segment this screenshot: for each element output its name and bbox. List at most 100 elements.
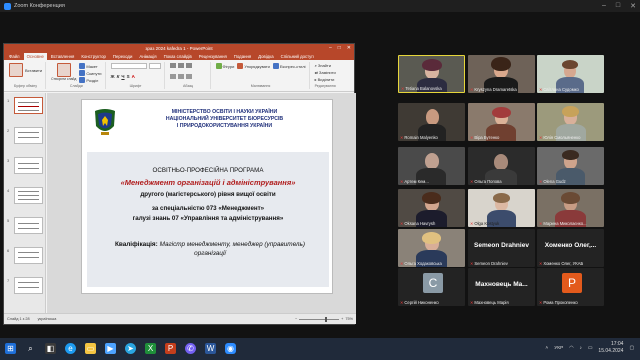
slide-thumb-3[interactable]: 3 — [7, 157, 43, 174]
replace-button[interactable]: ⇄ Замінити — [315, 70, 336, 75]
numbering-icon[interactable] — [177, 63, 184, 68]
slide-thumb-1[interactable]: 1 — [7, 97, 43, 114]
shared-screen-powerpoint[interactable]: зраз 2024 kafedra 1 - PowerPoint – □ ✕ Фай… — [3, 43, 356, 325]
zoom-slider[interactable] — [299, 316, 340, 322]
tab-slideshow[interactable]: Показ слайдів — [161, 53, 195, 60]
tab-design[interactable]: Конструктор — [78, 53, 109, 60]
participant-tile[interactable]: ✕ Ольга Попова — [468, 147, 535, 185]
tab-share[interactable]: Спільний доступ — [278, 53, 317, 60]
clock[interactable]: 17:04 15.04.2024 — [598, 341, 623, 355]
zoom-out-icon[interactable]: − — [295, 317, 297, 321]
participant-tile[interactable]: ✕ Артем Кем... — [398, 147, 465, 185]
participant-tile[interactable]: Махновець Ма... ✕ Махновець Марія — [468, 268, 535, 306]
bold-button[interactable]: Ж — [111, 74, 115, 79]
notifications-icon[interactable]: ▢ — [629, 346, 634, 351]
paste-button[interactable]: Вставити — [25, 68, 42, 73]
participant-tile[interactable]: Р ✕ Рома Прокопенко — [537, 268, 604, 306]
participant-avatar: С — [423, 273, 443, 293]
ppt-maximize[interactable]: □ — [338, 45, 341, 51]
arrange-button[interactable]: Упорядкувати — [237, 63, 270, 69]
align-right-icon[interactable] — [185, 73, 192, 79]
select-button[interactable]: ▸ Виділити — [315, 77, 336, 82]
telegram-icon[interactable]: ➤ — [125, 343, 136, 354]
language-indicator[interactable]: українська — [38, 317, 57, 321]
participant-tile[interactable]: ✕ Марина Миколаєнко... — [537, 189, 604, 227]
tab-home[interactable]: Основне — [23, 53, 47, 60]
participant-tile[interactable]: ✕ Romain Malyenko — [398, 103, 465, 141]
maximize-button[interactable]: □ — [616, 2, 620, 10]
current-slide[interactable]: МІНІСТЕРСТВО ОСВІТИ І НАУКИ УКРАЇНИ НАЦІ… — [81, 99, 333, 294]
font-name-select[interactable] — [110, 63, 147, 69]
new-slide-button[interactable]: Створити слайд — [51, 77, 76, 81]
indent-icon[interactable] — [185, 63, 192, 68]
participant-tile[interactable]: ✕ Віра Бутенко — [468, 103, 535, 141]
participant-tile[interactable]: ✕ Світлана Судомко — [537, 55, 604, 93]
participant-tile[interactable]: Semeon Drahniev ✕ Semeon Drahniev — [468, 229, 535, 267]
zoom-slider-knob[interactable] — [325, 316, 328, 322]
tab-transitions[interactable]: Переходи — [110, 53, 135, 60]
volume-icon[interactable]: ♪ — [579, 346, 581, 351]
align-center-icon[interactable] — [177, 73, 184, 79]
edge-icon[interactable]: e — [65, 343, 76, 354]
ministry-header: МІНІСТЕРСТВО ОСВІТИ І НАУКИ УКРАЇНИ НАЦІ… — [127, 109, 322, 130]
paste-icon[interactable] — [9, 63, 23, 77]
slide-thumb-7[interactable]: 7 — [7, 277, 43, 294]
underline-button[interactable]: Ч — [121, 74, 124, 79]
font-color-button[interactable]: A — [132, 74, 135, 79]
zoom-in-icon[interactable]: + — [341, 317, 343, 321]
slide-thumb-2[interactable]: 2 — [7, 127, 43, 144]
participant-tile[interactable]: ✕ Ольга Ходаковська — [398, 229, 465, 267]
ppt-minimize[interactable]: – — [329, 45, 332, 51]
tab-help[interactable]: Довідка — [255, 53, 276, 60]
tab-animations[interactable]: Анімація — [136, 53, 159, 60]
font-size-select[interactable] — [148, 63, 161, 69]
slide-thumb-4[interactable]: 4 — [7, 187, 43, 204]
participant-tile[interactable]: ✕ Oksana Havrysh — [398, 189, 465, 227]
chevron-up-icon[interactable]: ˄ — [545, 346, 548, 351]
participant-tile[interactable]: ✕ Olga Kostyuk — [468, 189, 535, 227]
reset-button[interactable]: Скинути — [79, 70, 102, 76]
widgets-icon[interactable]: ◧ — [45, 343, 56, 354]
strike-button[interactable]: S — [127, 74, 130, 79]
slide-thumb-6[interactable]: 6 — [7, 247, 43, 264]
layout-button[interactable]: Макет — [79, 63, 101, 69]
tab-insert[interactable]: Вставлення — [48, 53, 77, 60]
tab-file[interactable]: Файл — [6, 53, 23, 60]
search-icon[interactable]: ⌕ — [25, 343, 36, 354]
participant-tile[interactable]: ✕ Olena Gudz — [537, 147, 604, 185]
participant-tile[interactable]: ✕ Tetiana Balanovska — [398, 55, 465, 93]
italic-button[interactable]: К — [117, 74, 120, 79]
word-icon[interactable]: W — [205, 343, 216, 354]
language-indicator[interactable]: УКР — [554, 346, 563, 351]
section-button[interactable]: Розділ — [79, 77, 101, 83]
viber-icon[interactable]: ✆ — [185, 343, 196, 354]
participant-name: ✕ Kryszyna Dramaretska — [470, 87, 517, 92]
shapes-button[interactable]: Фігури — [215, 63, 234, 69]
slide-thumb-5[interactable]: 5 — [7, 217, 43, 234]
wifi-icon[interactable]: ◠ — [569, 346, 573, 351]
tab-review[interactable]: Рецензування — [196, 53, 230, 60]
battery-icon[interactable]: ▭ — [588, 346, 593, 351]
quick-styles-button[interactable]: Експрес-стилі — [272, 63, 306, 69]
participant-name: ✕ Хоменко Олег, УКАБ — [539, 261, 584, 266]
zoom-app-icon[interactable]: ◉ — [225, 343, 236, 354]
zoom-control[interactable]: − + 75% — [295, 316, 353, 322]
start-icon[interactable]: ⊞ — [5, 343, 16, 354]
tab-view[interactable]: Подання — [231, 53, 254, 60]
powerpoint-icon[interactable]: P — [165, 343, 176, 354]
zoom-taskbar-icon[interactable]: ▶ — [105, 343, 116, 354]
bullets-icon[interactable] — [169, 63, 176, 68]
find-button[interactable]: ⌕ Знайти — [315, 63, 336, 68]
participant-tile[interactable]: С ✕ Сергій Никоненко — [398, 268, 465, 306]
close-button[interactable]: ✕ — [630, 2, 636, 10]
clipboard-label: Буфер обміну — [14, 84, 38, 88]
participant-tile[interactable]: ✕ Юлія Смольяненко — [537, 103, 604, 141]
minimize-button[interactable]: – — [602, 2, 606, 10]
ppt-close[interactable]: ✕ — [347, 45, 351, 51]
participant-tile[interactable]: Хоменко Олег,... ✕ Хоменко Олег, УКАБ — [537, 229, 604, 267]
file-explorer-icon[interactable]: ▭ — [85, 343, 96, 354]
excel-icon[interactable]: X — [145, 343, 156, 354]
new-slide-icon[interactable] — [56, 63, 71, 77]
align-left-icon[interactable] — [169, 73, 176, 79]
participant-tile[interactable]: ✕ Kryszyna Dramaretska — [468, 55, 535, 93]
